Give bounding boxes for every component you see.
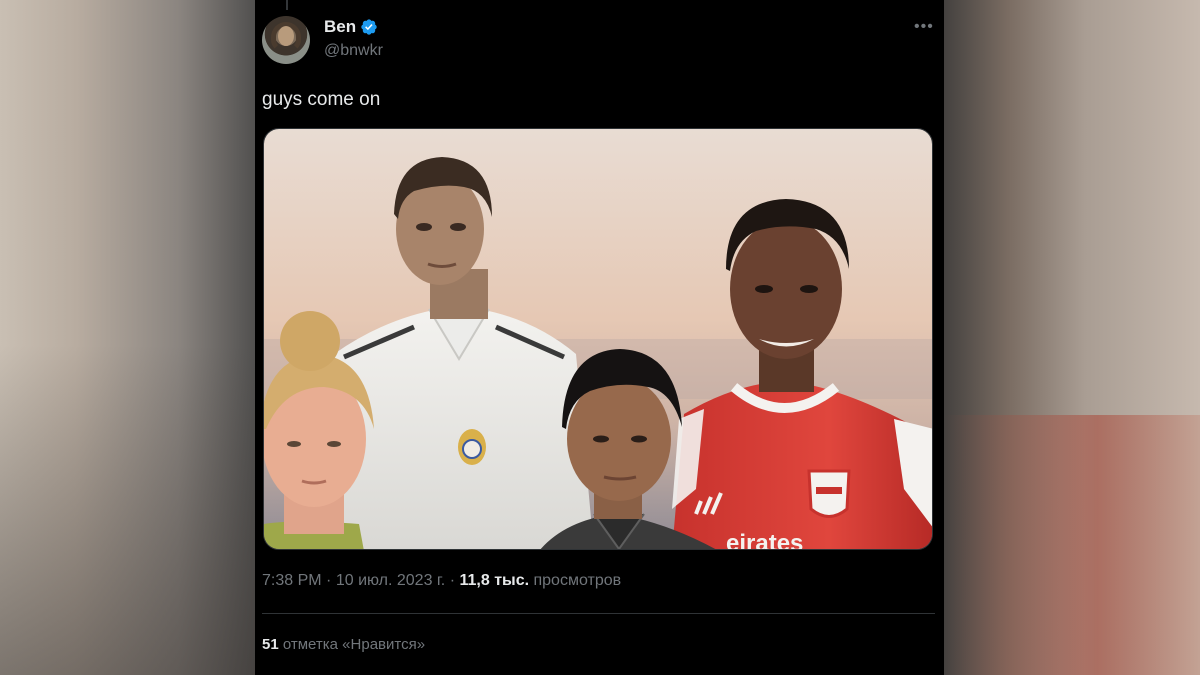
author-name-row: Ben [324,17,378,37]
divider [262,613,935,614]
likes-stat[interactable]: 51 отметка «Нравится» [262,636,425,653]
blurred-backdrop-left [0,0,255,675]
blurred-backdrop-right [944,0,1200,675]
avatar-face [278,26,294,46]
views-label: просмотров [533,572,622,589]
meta-separator: · [449,572,456,589]
author-display-name[interactable]: Ben [324,17,356,37]
more-options-icon[interactable]: ••• [914,18,934,36]
likes-label: отметка «Нравится» [282,636,426,653]
views-count: 11,8 тыс. [459,572,530,589]
media-illustration: eirates [264,129,932,550]
author-handle[interactable]: @bnwkr [324,42,383,60]
verified-badge-icon [361,19,377,35]
meta-separator: · [326,572,332,589]
tweet-time[interactable]: 7:38 PM [262,572,322,589]
avatar[interactable] [262,16,310,64]
sponsor-text: eirates [726,530,803,550]
tweet-card: Ben @bnwkr ••• guys come on eirates 7:38… [255,0,944,675]
thread-connector-line [286,0,288,10]
likes-count: 51 [262,636,279,653]
tweet-date[interactable]: 10 июл. 2023 г. [336,572,445,589]
tweet-text: guys come on [262,89,381,110]
tweet-media-image[interactable]: eirates [263,128,933,550]
tweet-meta: 7:38 PM · 10 июл. 2023 г. · 11,8 тыс. пр… [262,572,621,590]
